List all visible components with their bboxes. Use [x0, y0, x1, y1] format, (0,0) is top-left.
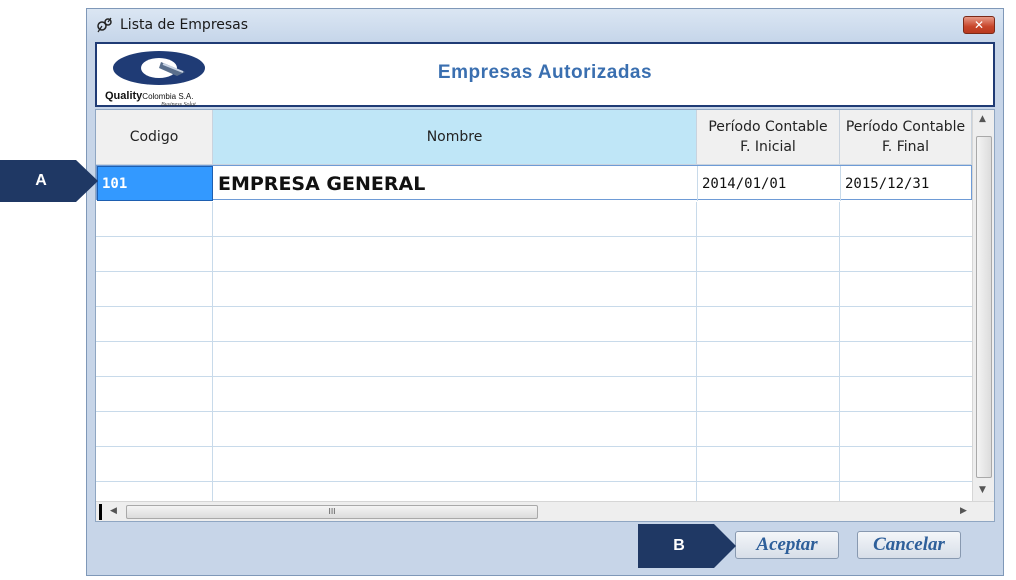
app-icon	[96, 17, 114, 33]
column-header-nombre[interactable]: Nombre	[213, 110, 697, 165]
horizontal-scrollbar[interactable]: ◀ III ▶	[96, 501, 994, 521]
scroll-down-arrow-icon[interactable]: ▼	[979, 485, 986, 495]
vertical-scrollbar[interactable]: ▲ ▼	[972, 110, 994, 503]
table-row-empty[interactable]	[96, 482, 972, 502]
callout-a-label: A	[35, 172, 47, 189]
table-row-empty[interactable]	[96, 412, 972, 447]
column-header-f-final[interactable]: Período Contable F. Final	[840, 110, 972, 165]
table-row[interactable]: 101 EMPRESA GENERAL 2014/01/01 2015/12/3…	[96, 165, 973, 201]
empresas-dialog: Lista de Empresas ✕ QualityColombia S.A.…	[86, 8, 1004, 576]
column-header-f-inicial[interactable]: Período Contable F. Inicial	[697, 110, 840, 165]
table-row-empty[interactable]	[96, 342, 972, 377]
scroll-right-arrow-icon[interactable]: ▶	[960, 506, 967, 516]
callout-a: A	[0, 160, 100, 202]
page-title: Empresas Autorizadas	[437, 62, 653, 83]
grid-header: Codigo Nombre Período Contable F. Inicia…	[96, 110, 972, 165]
horizontal-scroll-thumb[interactable]: III	[126, 505, 538, 519]
logo-sub: Colombia S.A.	[142, 92, 194, 101]
column-header-codigo[interactable]: Codigo	[96, 110, 213, 165]
table-row-empty[interactable]	[96, 447, 972, 482]
cell-f-inicial[interactable]: 2014/01/01	[698, 166, 841, 201]
vertical-scroll-thumb[interactable]	[976, 136, 992, 478]
table-row-empty[interactable]	[96, 272, 972, 307]
callout-b: B	[638, 524, 738, 568]
aceptar-button[interactable]: Aceptar	[735, 531, 839, 559]
close-icon: ✕	[973, 18, 985, 32]
empresas-grid[interactable]: Codigo Nombre Período Contable F. Inicia…	[95, 109, 995, 522]
scroll-up-arrow-icon[interactable]: ▲	[979, 114, 986, 124]
text-caret	[99, 504, 102, 520]
cell-f-final[interactable]: 2015/12/31	[841, 166, 973, 201]
cancelar-button[interactable]: Cancelar	[857, 531, 961, 559]
table-row-empty[interactable]	[96, 307, 972, 342]
title-bar[interactable]: Lista de Empresas ✕	[87, 9, 1003, 41]
logo-brand: Quality	[105, 90, 143, 102]
table-row-empty[interactable]	[96, 377, 972, 412]
close-button[interactable]: ✕	[963, 16, 995, 34]
callout-b-label: B	[673, 537, 685, 554]
logo-tagline: Business Solut.	[161, 102, 198, 108]
table-row-empty[interactable]	[96, 237, 972, 272]
cell-nombre[interactable]: EMPRESA GENERAL	[214, 166, 698, 201]
table-row-empty[interactable]	[96, 202, 972, 237]
scroll-left-arrow-icon[interactable]: ◀	[110, 506, 117, 516]
cell-codigo[interactable]: 101	[97, 166, 213, 201]
window-title: Lista de Empresas	[120, 17, 249, 33]
header-panel: QualityColombia S.A. Business Solut. Emp…	[95, 42, 995, 108]
